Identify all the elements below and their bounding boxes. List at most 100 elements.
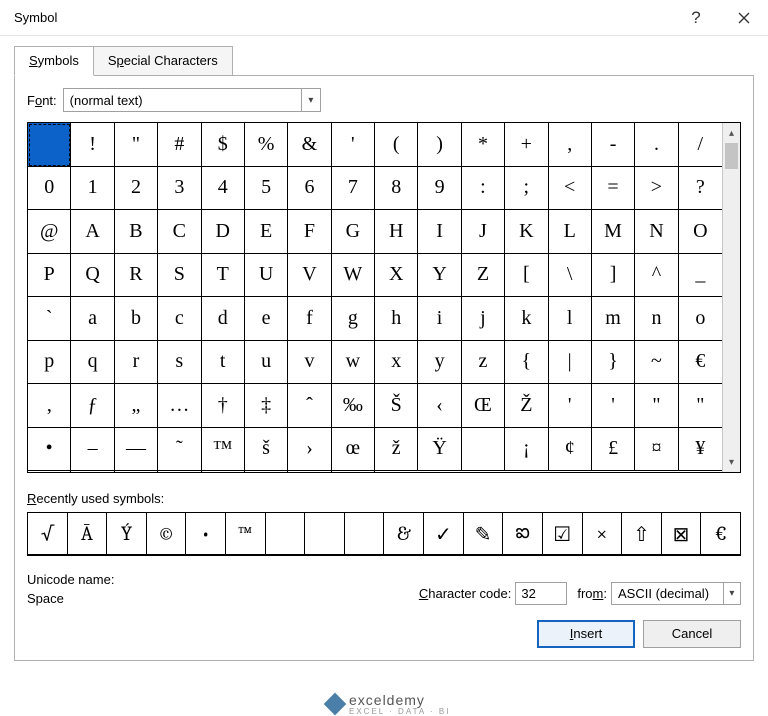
- symbol-cell[interactable]: U: [245, 254, 288, 298]
- symbol-cell[interactable]: ¡: [505, 428, 548, 472]
- symbol-cell[interactable]: 5: [245, 167, 288, 211]
- symbol-cell[interactable]: *: [462, 123, 505, 167]
- recent-symbol-cell[interactable]: Ā: [68, 513, 108, 555]
- symbol-cell[interactable]: G: [332, 210, 375, 254]
- recent-symbol-cell[interactable]: €: [701, 513, 740, 555]
- symbol-cell[interactable]: r: [115, 341, 158, 385]
- symbol-cell[interactable]: K: [505, 210, 548, 254]
- symbol-cell[interactable]: $: [202, 123, 245, 167]
- symbol-cell[interactable]: F: [288, 210, 331, 254]
- font-combo-input[interactable]: [64, 91, 301, 110]
- symbol-cell[interactable]: ^: [635, 254, 678, 298]
- symbol-cell[interactable]: ": [679, 384, 722, 428]
- scroll-down-icon[interactable]: ▾: [723, 452, 740, 472]
- recent-symbol-cell[interactable]: [345, 513, 385, 555]
- char-code-input[interactable]: [515, 582, 567, 605]
- symbol-cell[interactable]: o: [679, 297, 722, 341]
- symbol-cell[interactable]: ­: [332, 471, 375, 472]
- symbol-cell[interactable]: ": [635, 384, 678, 428]
- recent-symbol-cell[interactable]: ఐ: [503, 513, 543, 555]
- symbol-cell[interactable]: 7: [332, 167, 375, 211]
- symbol-cell[interactable]: Y: [418, 254, 461, 298]
- symbol-cell[interactable]: u: [245, 341, 288, 385]
- symbol-cell[interactable]: ¢: [549, 428, 592, 472]
- recent-symbol-cell[interactable]: ×: [583, 513, 623, 555]
- symbol-cell[interactable]: ;: [505, 167, 548, 211]
- symbol-cell[interactable]: i: [418, 297, 461, 341]
- symbol-cell[interactable]: Œ: [462, 384, 505, 428]
- grid-scrollbar[interactable]: ▴ ▾: [722, 123, 740, 472]
- symbol-cell[interactable]: :: [462, 167, 505, 211]
- symbol-cell[interactable]: £: [592, 428, 635, 472]
- symbol-cell[interactable]: ˆ: [288, 384, 331, 428]
- symbol-cell[interactable]: t: [202, 341, 245, 385]
- symbol-cell[interactable]: 3: [158, 167, 201, 211]
- symbol-cell[interactable]: |: [549, 341, 592, 385]
- symbol-cell[interactable]: ¥: [679, 428, 722, 472]
- symbol-cell[interactable]: 0: [28, 167, 71, 211]
- symbol-cell[interactable]: X: [375, 254, 418, 298]
- symbol-cell[interactable]: [28, 123, 71, 167]
- symbol-cell[interactable]: 2: [115, 167, 158, 211]
- symbol-cell[interactable]: @: [28, 210, 71, 254]
- symbol-cell[interactable]: §: [71, 471, 114, 472]
- symbol-cell[interactable]: &: [288, 123, 331, 167]
- symbol-cell[interactable]: +: [505, 123, 548, 167]
- symbol-cell[interactable]: {: [505, 341, 548, 385]
- close-button[interactable]: [720, 0, 768, 36]
- symbol-cell[interactable]: E: [245, 210, 288, 254]
- symbol-cell[interactable]: ¦: [28, 471, 71, 472]
- symbol-cell[interactable]: z: [462, 341, 505, 385]
- symbol-cell[interactable]: -: [592, 123, 635, 167]
- symbol-cell[interactable]: Q: [71, 254, 114, 298]
- recent-symbol-cell[interactable]: Ý: [107, 513, 147, 555]
- symbol-cell[interactable]: d: [202, 297, 245, 341]
- symbol-cell[interactable]: h: [375, 297, 418, 341]
- symbol-cell[interactable]: ª: [202, 471, 245, 472]
- symbol-cell[interactable]: w: [332, 341, 375, 385]
- symbol-cell[interactable]: /: [679, 123, 722, 167]
- recent-symbol-cell[interactable]: ⇧: [622, 513, 662, 555]
- symbol-cell[interactable]: A: [71, 210, 114, 254]
- symbol-cell[interactable]: ,: [549, 123, 592, 167]
- symbol-cell[interactable]: I: [418, 210, 461, 254]
- recent-symbol-cell[interactable]: ✎: [464, 513, 504, 555]
- symbol-cell[interactable]: `: [28, 297, 71, 341]
- symbol-cell[interactable]: †: [202, 384, 245, 428]
- symbol-cell[interactable]: L: [549, 210, 592, 254]
- scroll-up-icon[interactable]: ▴: [723, 123, 740, 143]
- from-combo[interactable]: ▾: [611, 582, 741, 605]
- symbol-cell[interactable]: ž: [375, 428, 418, 472]
- symbol-cell[interactable]: V: [288, 254, 331, 298]
- symbol-cell[interactable]: T: [202, 254, 245, 298]
- symbol-cell[interactable]: ƒ: [71, 384, 114, 428]
- symbol-cell[interactable]: [462, 428, 505, 472]
- symbol-cell[interactable]: ?: [679, 167, 722, 211]
- symbol-cell[interactable]: š: [245, 428, 288, 472]
- chevron-down-icon[interactable]: ▾: [301, 89, 320, 111]
- symbol-cell[interactable]: ©: [158, 471, 201, 472]
- recent-symbol-cell[interactable]: ™: [226, 513, 266, 555]
- symbol-cell[interactable]: N: [635, 210, 678, 254]
- symbol-cell[interactable]: ): [418, 123, 461, 167]
- symbol-cell[interactable]: p: [28, 341, 71, 385]
- symbol-cell[interactable]: ‡: [245, 384, 288, 428]
- recent-symbol-cell[interactable]: ☑: [543, 513, 583, 555]
- symbol-cell[interactable]: x: [375, 341, 418, 385]
- symbol-cell[interactable]: S: [158, 254, 201, 298]
- symbol-cell[interactable]: Š: [375, 384, 418, 428]
- symbol-cell[interactable]: %: [245, 123, 288, 167]
- symbol-cell[interactable]: P: [28, 254, 71, 298]
- symbol-cell[interactable]: ˜: [158, 428, 201, 472]
- symbol-cell[interactable]: }: [592, 341, 635, 385]
- insert-button[interactable]: Insert: [537, 620, 635, 648]
- symbol-cell[interactable]: Ž: [505, 384, 548, 428]
- tab-symbols[interactable]: Symbols: [14, 46, 94, 76]
- symbol-cell[interactable]: ‰: [332, 384, 375, 428]
- symbol-cell[interactable]: s: [158, 341, 201, 385]
- symbol-cell[interactable]: ‹: [418, 384, 461, 428]
- recent-symbol-cell[interactable]: √: [28, 513, 68, 555]
- recent-symbol-cell[interactable]: ✓: [424, 513, 464, 555]
- symbol-cell[interactable]: .: [635, 123, 678, 167]
- symbol-cell[interactable]: ‚: [28, 384, 71, 428]
